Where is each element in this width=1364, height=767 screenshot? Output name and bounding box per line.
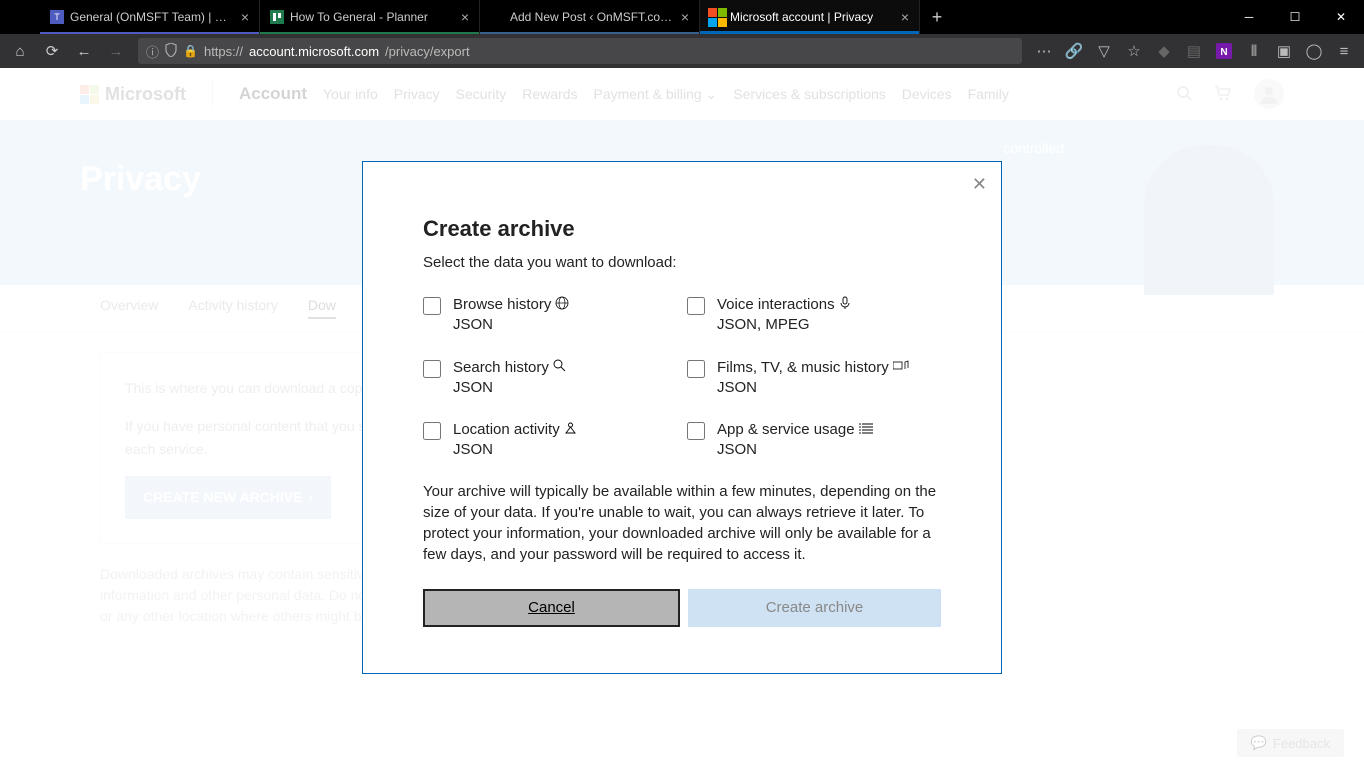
svg-text:N: N: [1220, 47, 1227, 58]
url-prefix: https://: [204, 44, 243, 59]
close-icon[interactable]: ×: [681, 9, 689, 25]
home-button[interactable]: ⌂: [6, 37, 34, 65]
search-icon: [553, 359, 566, 376]
planner-icon: [270, 10, 284, 24]
option-browse-history[interactable]: Browse history JSON: [423, 295, 677, 336]
ext1-icon[interactable]: ◆: [1150, 37, 1178, 65]
tab-teams[interactable]: T General (OnMSFT Team) | Micr ×: [40, 0, 260, 34]
list-icon: [859, 422, 873, 438]
modal-title: Create archive: [423, 216, 941, 242]
info-icon[interactable]: ⓘ: [146, 42, 159, 61]
more-icon[interactable]: ⋯: [1030, 37, 1058, 65]
link-icon[interactable]: 🔗: [1060, 37, 1088, 65]
url-path: /privacy/export: [385, 44, 470, 59]
shield-icon[interactable]: [165, 43, 177, 60]
wordpress-icon: [490, 10, 504, 24]
close-icon[interactable]: ×: [901, 9, 909, 25]
lock-icon: 🔒: [183, 44, 198, 58]
tab-wordpress[interactable]: Add New Post ‹ OnMSFT.com — W ×: [480, 0, 700, 34]
account-icon[interactable]: ◯: [1300, 37, 1328, 65]
close-icon[interactable]: ×: [461, 9, 469, 25]
option-search-history[interactable]: Search history JSON: [423, 358, 677, 399]
media-icon: [893, 359, 909, 376]
tab-ms-privacy[interactable]: Microsoft account | Privacy ×: [700, 0, 920, 34]
maximize-button[interactable]: ☐: [1272, 0, 1318, 34]
option-app-usage[interactable]: App & service usage JSON: [687, 420, 941, 461]
minimize-button[interactable]: ─: [1226, 0, 1272, 34]
checkbox-browse-history[interactable]: [423, 297, 441, 315]
pocket-icon[interactable]: ▽: [1090, 37, 1118, 65]
tab-label: Microsoft account | Privacy: [730, 10, 895, 24]
new-tab-button[interactable]: +: [920, 0, 954, 34]
checkbox-app-usage[interactable]: [687, 422, 705, 440]
back-button[interactable]: ←: [70, 37, 98, 65]
reload-button[interactable]: ⟳: [38, 37, 66, 65]
modal-subtitle: Select the data you want to download:: [423, 254, 941, 271]
tab-strip: T General (OnMSFT Team) | Micr × How To …: [0, 0, 1226, 34]
create-archive-button[interactable]: Create archive: [688, 589, 941, 627]
create-archive-modal: ✕ Create archive Select the data you wan…: [362, 161, 1002, 674]
checkbox-voice[interactable]: [687, 297, 705, 315]
modal-buttons: Cancel Create archive: [423, 589, 941, 627]
url-field[interactable]: ⓘ 🔒 https:// account.microsoft.com/privac…: [138, 38, 1022, 64]
onenote-icon[interactable]: N: [1210, 37, 1238, 65]
forward-button[interactable]: →: [102, 37, 130, 65]
close-window-button[interactable]: ✕: [1318, 0, 1364, 34]
cancel-button[interactable]: Cancel: [423, 589, 680, 627]
library-icon[interactable]: ⫴: [1240, 37, 1268, 65]
star-icon[interactable]: ☆: [1120, 37, 1148, 65]
checkbox-location[interactable]: [423, 422, 441, 440]
tab-label: General (OnMSFT Team) | Micr: [70, 10, 235, 24]
window-controls: ─ ☐ ✕: [1226, 0, 1364, 34]
checkbox-search-history[interactable]: [423, 360, 441, 378]
svg-text:T: T: [54, 12, 60, 22]
browser-titlebar: T General (OnMSFT Team) | Micr × How To …: [0, 0, 1364, 34]
option-location[interactable]: Location activity JSON: [423, 420, 677, 461]
modal-paragraph: Your archive will typically be available…: [423, 481, 941, 565]
sidebar-icon[interactable]: ▣: [1270, 37, 1298, 65]
checkbox-films-music[interactable]: [687, 360, 705, 378]
tab-label: Add New Post ‹ OnMSFT.com — W: [510, 10, 675, 24]
teams-icon: T: [50, 10, 64, 24]
tab-label: How To General - Planner: [290, 10, 455, 24]
url-host: account.microsoft.com: [249, 44, 379, 59]
address-bar: ⌂ ⟳ ← → ⓘ 🔒 https:// account.microsoft.co…: [0, 34, 1364, 68]
microsoft-icon: [710, 10, 724, 24]
option-films-music[interactable]: Films, TV, & music history JSON: [687, 358, 941, 399]
microphone-icon: [839, 296, 851, 314]
page-content: Microsoft Account Your info Privacy Secu…: [0, 68, 1364, 767]
close-icon[interactable]: ×: [241, 9, 249, 25]
option-voice[interactable]: Voice interactions JSON, MPEG: [687, 295, 941, 336]
options-grid: Browse history JSON Voice interactions J…: [423, 295, 941, 461]
location-icon: [564, 421, 577, 439]
globe-icon: [555, 296, 569, 314]
menu-icon[interactable]: ≡: [1330, 37, 1358, 65]
tab-planner[interactable]: How To General - Planner ×: [260, 0, 480, 34]
ext2-icon[interactable]: ▤: [1180, 37, 1208, 65]
close-modal-button[interactable]: ✕: [972, 174, 987, 195]
